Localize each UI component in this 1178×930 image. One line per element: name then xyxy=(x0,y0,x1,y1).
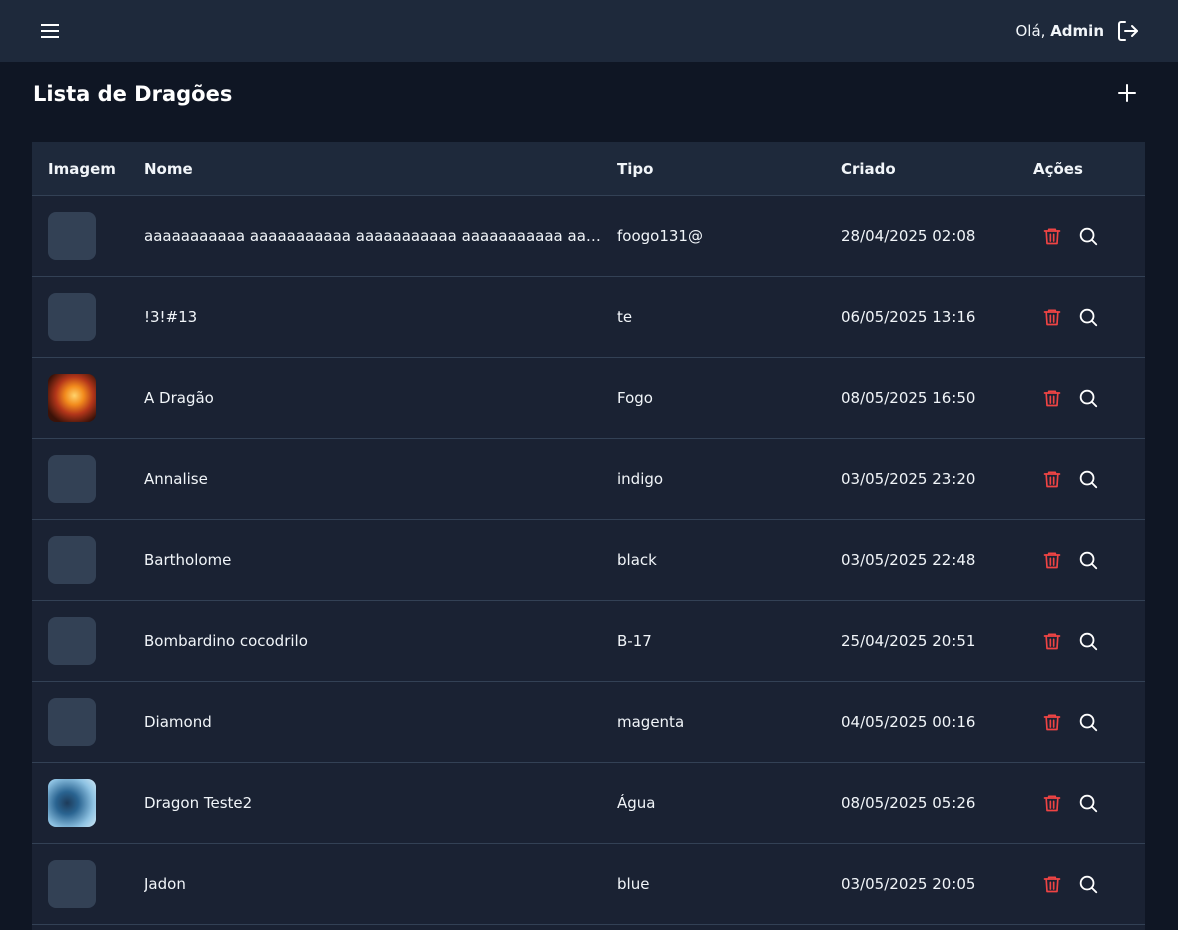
plus-icon[interactable] xyxy=(1116,82,1138,104)
search-icon[interactable] xyxy=(1077,792,1099,814)
actions-cell xyxy=(1033,468,1145,490)
dragon-image-placeholder xyxy=(48,536,96,584)
type-cell: te xyxy=(617,308,633,326)
created-cell: 08/05/2025 05:26 xyxy=(841,794,976,812)
column-header-image: Imagem xyxy=(48,159,116,178)
table-row[interactable]: aaaaaaaaaaa aaaaaaaaaaa aaaaaaaaaaa aaaa… xyxy=(32,196,1145,277)
image-cell xyxy=(32,212,144,260)
name-cell: Bombardino cocodrilo xyxy=(144,632,308,650)
trash-icon[interactable] xyxy=(1041,873,1063,895)
column-header-type: Tipo xyxy=(617,159,654,178)
table-row[interactable]: A Dragão Fogo 08/05/2025 16:50 xyxy=(32,358,1145,439)
table-row[interactable]: Diamond magenta 04/05/2025 00:16 xyxy=(32,682,1145,763)
logout-icon[interactable] xyxy=(1116,19,1140,43)
type-cell: indigo xyxy=(617,470,664,488)
column-header-created: Criado xyxy=(841,159,896,178)
name-cell: !3!#13 xyxy=(144,308,198,326)
trash-icon[interactable] xyxy=(1041,306,1063,328)
dragon-image-placeholder xyxy=(48,860,96,908)
search-icon[interactable] xyxy=(1077,549,1099,571)
created-cell: 03/05/2025 20:05 xyxy=(841,875,976,893)
top-bar: Olá, Admin xyxy=(0,0,1178,62)
dragon-image-placeholder xyxy=(48,212,96,260)
created-cell: 04/05/2025 00:16 xyxy=(841,713,976,731)
search-icon[interactable] xyxy=(1077,468,1099,490)
actions-cell xyxy=(1033,306,1145,328)
table-row[interactable]: !3!#13 te 06/05/2025 13:16 xyxy=(32,277,1145,358)
dragons-table: Imagem Nome Tipo Criado Ações aaaaaaaaaa… xyxy=(32,142,1145,930)
user-area: Olá, Admin xyxy=(1015,19,1140,43)
type-cell: Água xyxy=(617,794,656,812)
actions-cell xyxy=(1033,630,1145,652)
type-cell: B-17 xyxy=(617,632,652,650)
column-header-actions: Ações xyxy=(1033,159,1083,178)
image-cell xyxy=(32,617,144,665)
type-cell: Fogo xyxy=(617,389,653,407)
image-cell xyxy=(32,374,144,422)
name-cell: Dragon Teste2 xyxy=(144,794,253,812)
page-title: Lista de Dragões xyxy=(33,82,233,106)
trash-icon[interactable] xyxy=(1041,711,1063,733)
name-cell: Jadon xyxy=(144,875,186,893)
created-cell: 25/04/2025 20:51 xyxy=(841,632,976,650)
search-icon[interactable] xyxy=(1077,873,1099,895)
table-row[interactable]: Bombardino cocodrilo B-17 25/04/2025 20:51 xyxy=(32,601,1145,682)
name-cell: Diamond xyxy=(144,713,212,731)
search-icon[interactable] xyxy=(1077,225,1099,247)
name-cell: Bartholome xyxy=(144,551,232,569)
trash-icon[interactable] xyxy=(1041,792,1063,814)
image-cell xyxy=(32,293,144,341)
created-cell: 03/05/2025 22:48 xyxy=(841,551,976,569)
dragon-image xyxy=(48,374,96,422)
user-name: Admin xyxy=(1050,22,1104,40)
created-cell: 08/05/2025 16:50 xyxy=(841,389,976,407)
created-cell: 28/04/2025 02:08 xyxy=(841,227,976,245)
trash-icon[interactable] xyxy=(1041,630,1063,652)
name-cell: Annalise xyxy=(144,470,208,488)
type-cell: magenta xyxy=(617,713,685,731)
hamburger-menu-icon[interactable] xyxy=(40,21,60,41)
type-cell: blue xyxy=(617,875,650,893)
dragon-image-placeholder xyxy=(48,455,96,503)
search-icon[interactable] xyxy=(1077,711,1099,733)
actions-cell xyxy=(1033,225,1145,247)
image-cell xyxy=(32,779,144,827)
image-cell xyxy=(32,860,144,908)
name-cell: A Dragão xyxy=(144,389,214,407)
table-row[interactable]: Jadon blue 03/05/2025 20:05 xyxy=(32,844,1145,925)
name-cell: aaaaaaaaaaa aaaaaaaaaaa aaaaaaaaaaa aaaa… xyxy=(144,227,617,245)
image-cell xyxy=(32,536,144,584)
created-cell: 03/05/2025 23:20 xyxy=(841,470,976,488)
greeting-prefix: Olá, xyxy=(1015,22,1046,40)
greeting: Olá, Admin xyxy=(1015,22,1104,40)
dragon-image-placeholder xyxy=(48,617,96,665)
column-header-name: Nome xyxy=(144,159,193,178)
trash-icon[interactable] xyxy=(1041,387,1063,409)
trash-icon[interactable] xyxy=(1041,225,1063,247)
dragon-image xyxy=(48,779,96,827)
trash-icon[interactable] xyxy=(1041,468,1063,490)
actions-cell xyxy=(1033,549,1145,571)
actions-cell xyxy=(1033,873,1145,895)
actions-cell xyxy=(1033,711,1145,733)
trash-icon[interactable] xyxy=(1041,549,1063,571)
search-icon[interactable] xyxy=(1077,306,1099,328)
search-icon[interactable] xyxy=(1077,387,1099,409)
table-row[interactable]: Annalise indigo 03/05/2025 23:20 xyxy=(32,439,1145,520)
search-icon[interactable] xyxy=(1077,630,1099,652)
table-row[interactable]: Dragon Teste2 Água 08/05/2025 05:26 xyxy=(32,763,1145,844)
actions-cell xyxy=(1033,387,1145,409)
type-cell: black xyxy=(617,551,657,569)
dragon-image-placeholder xyxy=(48,293,96,341)
table-body: aaaaaaaaaaa aaaaaaaaaaa aaaaaaaaaaa aaaa… xyxy=(32,196,1145,925)
dragon-image-placeholder xyxy=(48,698,96,746)
created-cell: 06/05/2025 13:16 xyxy=(841,308,976,326)
table-header: Imagem Nome Tipo Criado Ações xyxy=(32,142,1145,196)
image-cell xyxy=(32,455,144,503)
type-cell: foogo131@ xyxy=(617,227,703,245)
image-cell xyxy=(32,698,144,746)
actions-cell xyxy=(1033,792,1145,814)
table-row[interactable]: Bartholome black 03/05/2025 22:48 xyxy=(32,520,1145,601)
